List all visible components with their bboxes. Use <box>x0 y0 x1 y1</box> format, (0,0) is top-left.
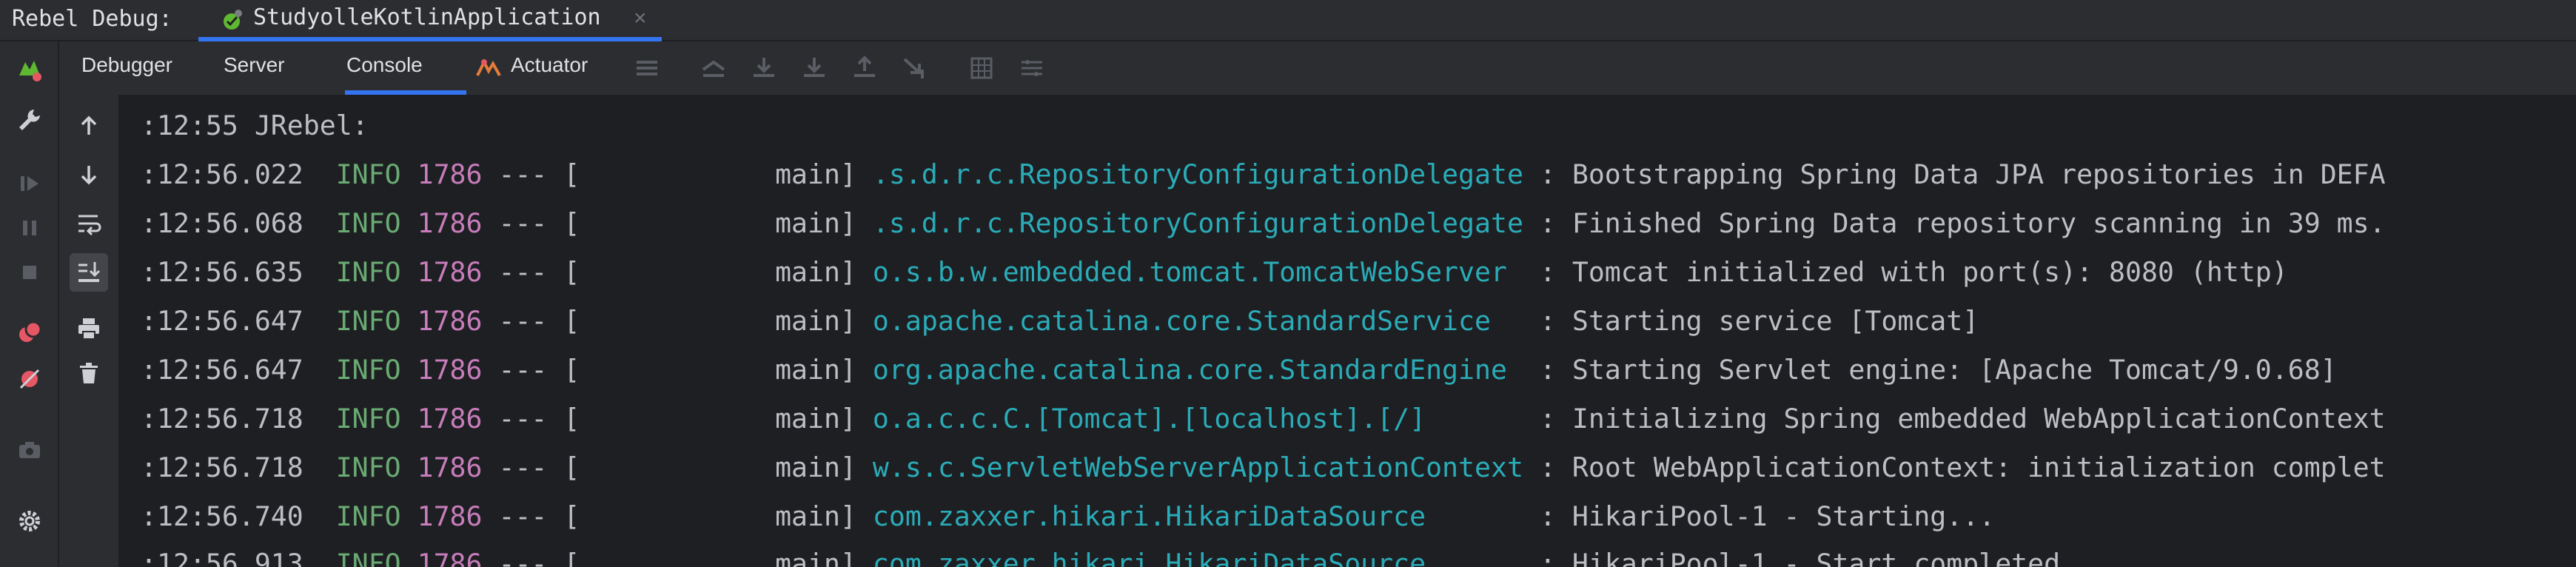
step-out-icon[interactable] <box>851 55 878 81</box>
log-line: :12:56.647 INFO 1786 --- [ main] org.apa… <box>141 354 2337 386</box>
tab-actuator[interactable]: Actuator <box>511 53 588 77</box>
run-tab-label: StudyolleKotlinApplication <box>253 4 601 30</box>
pause-program-icon[interactable] <box>13 212 46 244</box>
view-breakpoints-icon[interactable] <box>13 317 46 349</box>
tab-debugger[interactable]: Debugger <box>81 53 172 77</box>
show-execution-point-icon[interactable] <box>700 55 727 81</box>
log-line: :12:56.068 INFO 1786 --- [ main] .s.d.r.… <box>141 207 2386 239</box>
console-actions-bar <box>59 95 120 567</box>
actuator-icon <box>476 58 501 76</box>
debug-toolbar: Debugger Server Console Actuator <box>59 41 2576 95</box>
jrebel-debug-icon[interactable] <box>13 53 46 86</box>
log-line: :12:56.647 INFO 1786 --- [ main] o.apach… <box>141 305 1979 337</box>
log-line: :12:56.718 INFO 1786 --- [ main] o.a.c.c… <box>141 403 2386 435</box>
log-line: :12:56.635 INFO 1786 --- [ main] o.s.b.w… <box>141 256 2288 288</box>
scroll-up-icon[interactable] <box>70 107 108 145</box>
console-output[interactable]: :12:55 JRebel: :12:56.022 INFO 1786 --- … <box>120 95 2576 567</box>
layout-menu-icon[interactable] <box>634 55 660 81</box>
run-title-bar: Rebel Debug: StudyolleKotlinApplication … <box>0 0 2576 41</box>
tab-console[interactable]: Console <box>345 53 466 95</box>
tab-server[interactable]: Server <box>224 53 284 77</box>
debug-left-toolstrip <box>0 41 59 567</box>
log-line: :12:56.022 INFO 1786 --- [ main] .s.d.r.… <box>141 158 2386 190</box>
settings-gear-icon[interactable] <box>13 505 46 537</box>
print-icon[interactable] <box>70 309 108 348</box>
evaluate-expression-icon[interactable] <box>968 55 995 81</box>
mute-breakpoints-icon[interactable] <box>13 363 46 395</box>
log-line: :12:56.740 INFO 1786 --- [ main] com.zax… <box>141 500 1996 532</box>
step-over-icon[interactable] <box>751 55 777 81</box>
log-line: :12:56.913 INFO 1786 --- [ main] com.zax… <box>141 548 2077 567</box>
step-into-icon[interactable] <box>801 55 828 81</box>
wrench-icon[interactable] <box>13 104 46 136</box>
log-line: :12:55 JRebel: <box>141 110 369 141</box>
soft-wrap-icon[interactable] <box>70 204 108 243</box>
log-line: :12:56.718 INFO 1786 --- [ main] w.s.c.S… <box>141 452 2386 483</box>
run-window-title: Rebel Debug: <box>12 6 172 32</box>
camera-icon[interactable] <box>13 434 46 466</box>
scroll-down-icon[interactable] <box>70 155 108 194</box>
run-to-cursor-icon[interactable] <box>900 55 927 81</box>
run-configuration-tab[interactable]: StudyolleKotlinApplication × <box>198 0 662 41</box>
stop-icon[interactable] <box>13 256 46 289</box>
resume-program-icon[interactable] <box>13 167 46 200</box>
trace-settings-icon[interactable] <box>1019 55 1045 81</box>
scroll-to-end-icon[interactable] <box>70 253 108 292</box>
spring-boot-app-icon <box>224 10 242 30</box>
close-icon[interactable]: × <box>634 6 647 31</box>
clear-all-trash-icon[interactable] <box>70 354 108 392</box>
